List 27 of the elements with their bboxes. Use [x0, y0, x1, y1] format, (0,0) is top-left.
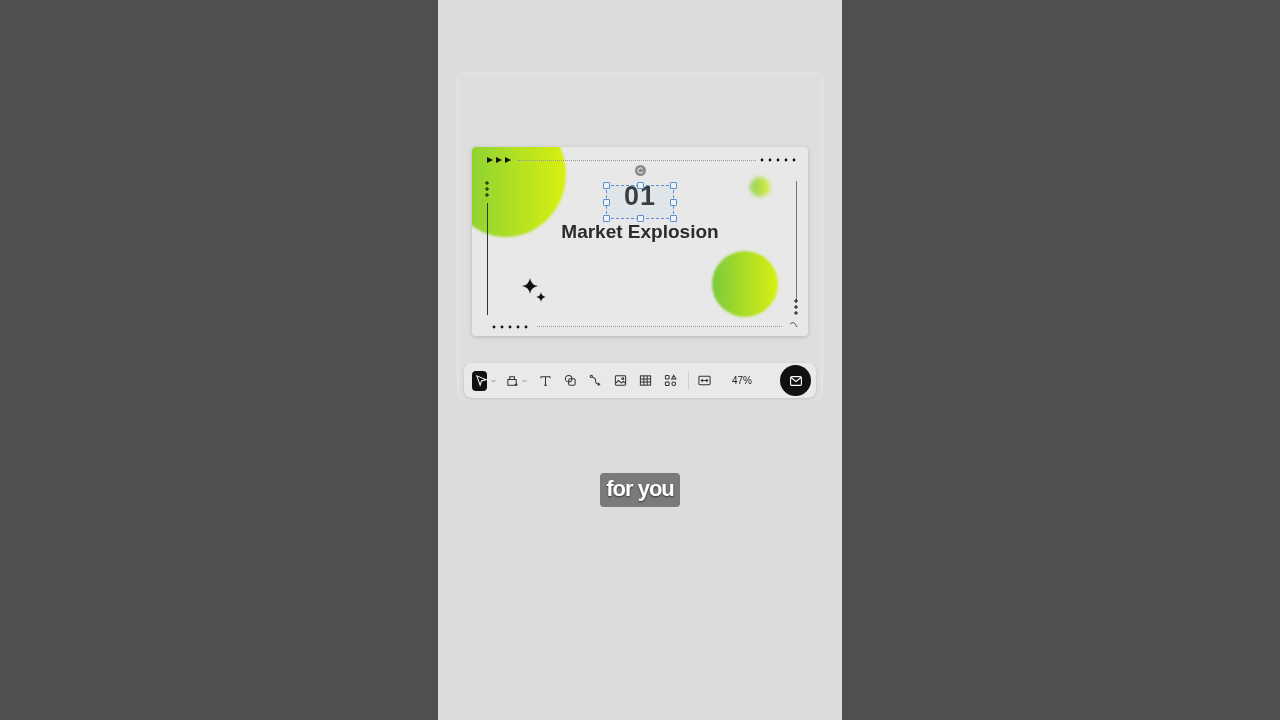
plus-marks-icon	[484, 181, 490, 197]
text-icon	[539, 374, 552, 387]
widgets-icon	[664, 374, 677, 387]
caption: for you	[600, 473, 680, 507]
zoom-level[interactable]: 47%	[732, 375, 752, 386]
table-icon	[639, 374, 652, 387]
chevrons-icon	[487, 157, 513, 163]
mail-icon	[789, 375, 802, 386]
gradient-circle	[712, 251, 778, 317]
shapes-icon	[564, 374, 577, 387]
mail-button[interactable]	[780, 365, 811, 396]
dots-icon	[492, 325, 528, 329]
dots-icon	[760, 158, 796, 162]
rotate-handle-icon[interactable]	[635, 165, 646, 176]
caret-icon	[522, 378, 527, 383]
slide-title[interactable]: Market Explosion	[561, 221, 719, 243]
slide-number[interactable]: 01	[623, 180, 656, 212]
connector-icon	[589, 374, 602, 387]
gradient-circle	[750, 177, 770, 197]
fit-width-icon	[698, 374, 711, 387]
plus-marks-icon	[793, 299, 799, 315]
caret-icon	[491, 378, 496, 383]
selection-frame[interactable]	[606, 185, 674, 219]
image-icon	[614, 374, 627, 387]
pointer-icon	[475, 374, 488, 387]
toolbox-icon	[506, 374, 519, 387]
arc-icon	[789, 321, 798, 328]
